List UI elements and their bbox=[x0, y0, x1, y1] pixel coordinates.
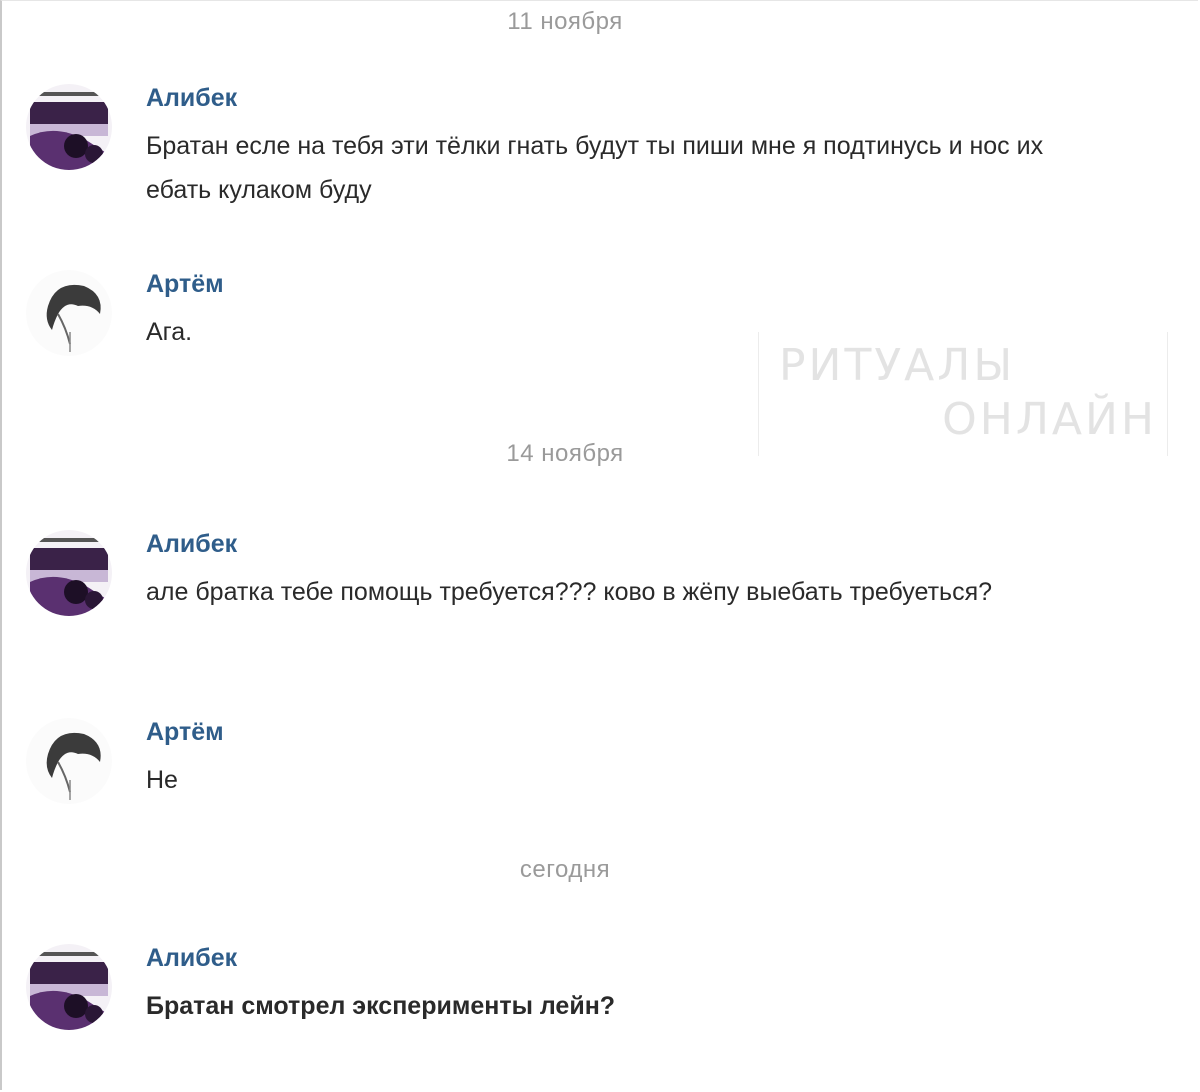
message-author[interactable]: Алибек bbox=[146, 944, 237, 973]
alibek-avatar-icon[interactable] bbox=[26, 530, 112, 616]
message-author[interactable]: Артём bbox=[146, 270, 224, 299]
date-separator: 14 ноября bbox=[506, 440, 624, 467]
message-text: Братан есле на тебя эти тёлки гнать буду… bbox=[146, 132, 1044, 204]
artem-avatar-icon[interactable] bbox=[26, 718, 112, 804]
alibek-avatar-icon[interactable] bbox=[26, 84, 112, 170]
message-text: Братан смотрел эксперименты лейн? bbox=[146, 992, 616, 1020]
date-separator: 11 ноября bbox=[507, 8, 623, 35]
message-text: Не bbox=[146, 766, 178, 794]
watermark-line-2: ОНЛАЙН bbox=[942, 394, 1157, 445]
artem-avatar-icon[interactable] bbox=[26, 270, 112, 356]
message-author[interactable]: Алибек bbox=[146, 84, 237, 113]
date-separator: сегодня bbox=[519, 856, 611, 883]
message-author[interactable]: Алибек bbox=[146, 530, 237, 559]
message-text: але братка тебе помощь требуется??? ково… bbox=[146, 578, 993, 606]
message-author[interactable]: Артём bbox=[146, 718, 224, 747]
alibek-avatar-icon[interactable] bbox=[26, 944, 112, 1030]
message-text: Ага. bbox=[146, 318, 193, 346]
